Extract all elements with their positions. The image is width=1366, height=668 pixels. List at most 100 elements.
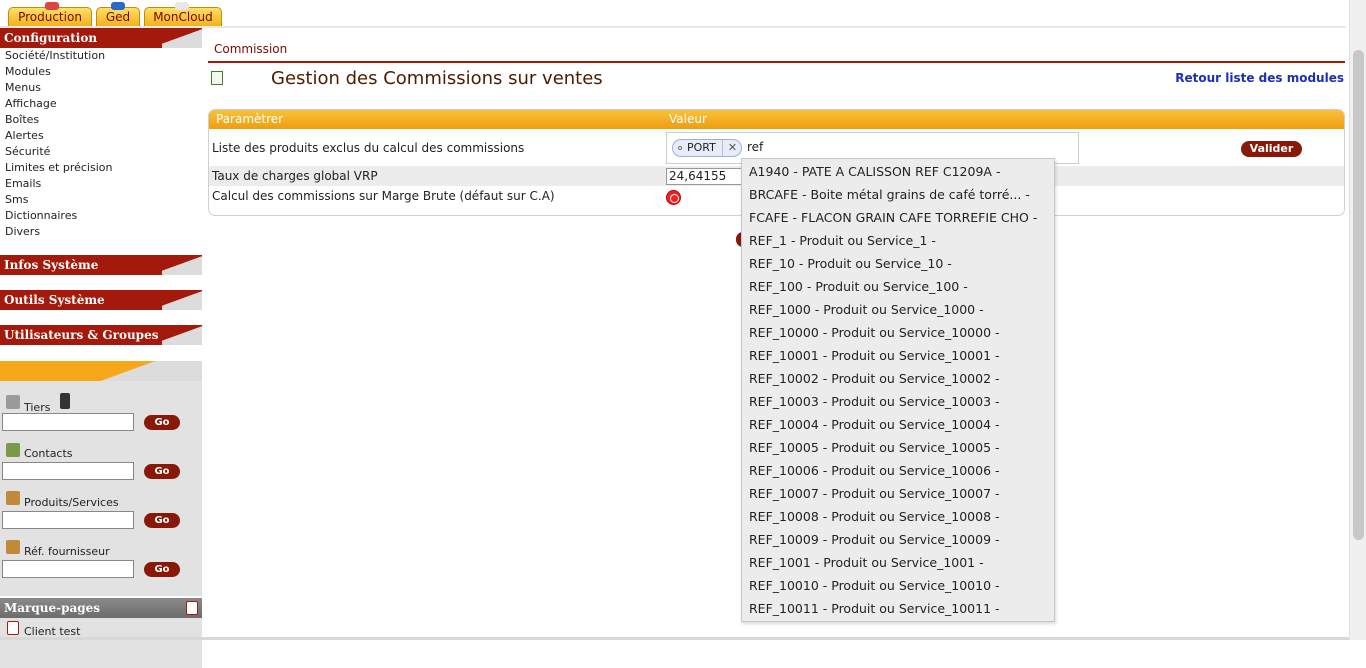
supplier-ref-icon bbox=[6, 540, 20, 554]
tab-production-label: Production bbox=[18, 10, 82, 24]
remove-tag-icon[interactable]: ✕ bbox=[721, 140, 737, 156]
search-input-ref-fournisseur[interactable] bbox=[2, 560, 134, 578]
marge-brute-toggle[interactable] bbox=[666, 190, 681, 205]
menu-item-affichage[interactable]: Affichage bbox=[5, 96, 57, 112]
dropdown-option[interactable]: REF_1001 - Produit ou Service_1001 - bbox=[749, 551, 984, 574]
menu-item-limites[interactable]: Limites et précision bbox=[5, 160, 112, 176]
dropdown-option[interactable]: REF_100 - Produit ou Service_100 - bbox=[749, 275, 968, 298]
menu-item-menus[interactable]: Menus bbox=[5, 80, 41, 96]
menu-item-divers[interactable]: Divers bbox=[5, 224, 40, 240]
tab-moncloud-label: MonCloud bbox=[153, 10, 213, 24]
search-input-tiers[interactable] bbox=[2, 413, 134, 431]
menu-head-decoration bbox=[162, 255, 202, 275]
search-band bbox=[0, 361, 202, 381]
tag-dot-icon bbox=[678, 146, 682, 150]
tab-ged[interactable]: Ged bbox=[96, 2, 140, 26]
go-button-produits[interactable]: Go bbox=[144, 513, 180, 528]
menu-head-configuration-label: Configuration bbox=[4, 31, 98, 45]
menu-head-configuration[interactable]: Configuration bbox=[0, 28, 202, 48]
dropdown-option[interactable]: REF_10007 - Produit ou Service_10007 - bbox=[749, 482, 1000, 505]
tab-production[interactable]: Production bbox=[8, 2, 92, 26]
menu-item-modules[interactable]: Modules bbox=[5, 64, 51, 80]
search-label-contacts: Contacts bbox=[24, 447, 73, 460]
dropdown-option[interactable]: REF_10005 - Produit ou Service_10005 - bbox=[749, 436, 1000, 459]
dropdown-option[interactable]: REF_10001 - Produit ou Service_10001 - bbox=[749, 344, 1000, 367]
menu-item-emails[interactable]: Emails bbox=[5, 176, 41, 192]
breadcrumb: Commission bbox=[214, 42, 288, 56]
tiers-icon bbox=[6, 395, 20, 409]
menu-head-decoration bbox=[162, 325, 202, 345]
menu-head-outils-systeme[interactable]: Outils Système bbox=[0, 290, 202, 310]
dropdown-option[interactable]: REF_10006 - Produit ou Service_10006 - bbox=[749, 459, 1000, 482]
search-input-produits[interactable] bbox=[2, 511, 134, 529]
dropdown-option[interactable]: FCAFE - FLACON GRAIN CAFE TORREFIE CHO - bbox=[749, 206, 1037, 229]
contacts-icon bbox=[6, 443, 20, 457]
dropdown-option[interactable]: REF_10008 - Produit ou Service_10008 - bbox=[749, 505, 1000, 528]
menu-head-decoration bbox=[162, 290, 202, 310]
ged-icon bbox=[111, 2, 125, 10]
column-header-param: Paramètrer bbox=[216, 112, 284, 126]
row-label-excluded-products: Liste des produits exclus du calcul des … bbox=[212, 141, 525, 155]
dropdown-option[interactable]: REF_10000 - Produit ou Service_10000 - bbox=[749, 321, 1000, 344]
dropdown-option[interactable]: BRCAFE - Boite métal grains de café torr… bbox=[749, 183, 1030, 206]
dropdown-option[interactable]: REF_1 - Produit ou Service_1 - bbox=[749, 229, 936, 252]
row-label-vrp: Taux de charges global VRP bbox=[212, 169, 378, 183]
selected-tag-label: PORT bbox=[687, 141, 716, 154]
dropdown-option[interactable]: REF_1000 - Produit ou Service_1000 - bbox=[749, 298, 984, 321]
product-icon bbox=[6, 491, 20, 505]
dropdown-option[interactable]: REF_10 - Produit ou Service_10 - bbox=[749, 252, 952, 275]
menu-item-securite[interactable]: Sécurité bbox=[5, 144, 50, 160]
search-label-ref-fournisseur: Réf. fournisseur bbox=[24, 545, 110, 558]
production-icon bbox=[45, 2, 59, 10]
dropdown-option[interactable]: REF_10003 - Produit ou Service_10003 - bbox=[749, 390, 1000, 413]
menu-head-outils-systeme-label: Outils Système bbox=[4, 293, 105, 307]
menu-head-utilisateurs[interactable]: Utilisateurs & Groupes bbox=[0, 325, 202, 345]
menu-head-infos-systeme[interactable]: Infos Système bbox=[0, 255, 202, 275]
menu-item-sms[interactable]: Sms bbox=[5, 192, 28, 208]
menu-item-alertes[interactable]: Alertes bbox=[5, 128, 44, 144]
search-panel: Tiers Go Contacts Go Produits/Services G… bbox=[0, 381, 202, 596]
selected-tag: PORT ✕ bbox=[672, 139, 743, 157]
dropdown-option[interactable]: A1940 - PATE A CALISSON REF C1209A - bbox=[749, 160, 1000, 183]
search-label-produits: Produits/Services bbox=[24, 496, 119, 509]
go-button-ref-fournisseur[interactable]: Go bbox=[144, 562, 180, 577]
autocomplete-dropdown: A1940 - PATE A CALISSON REF C1209A - BRC… bbox=[741, 158, 1055, 622]
dropdown-option[interactable]: REF_10004 - Produit ou Service_10004 - bbox=[749, 413, 1000, 436]
go-button-tiers[interactable]: Go bbox=[144, 415, 180, 430]
tab-moncloud[interactable]: MonCloud bbox=[144, 2, 222, 26]
tab-ged-label: Ged bbox=[105, 10, 131, 24]
menu-item-dictionnaires[interactable]: Dictionnaires bbox=[5, 208, 77, 224]
bookmarks-head[interactable]: Marque-pages bbox=[0, 598, 202, 618]
vertical-scrollbar[interactable] bbox=[1349, 0, 1366, 640]
dropdown-option[interactable]: REF_10011 - Produit ou Service_10011 - bbox=[749, 597, 1000, 620]
cloud-icon bbox=[175, 2, 189, 10]
bookmarks-list: Client test bbox=[0, 618, 202, 668]
menu-head-decoration bbox=[162, 28, 202, 48]
validate-button[interactable]: Valider bbox=[1241, 141, 1302, 157]
search-input-contacts[interactable] bbox=[2, 462, 134, 480]
back-to-modules-link[interactable]: Retour liste des modules bbox=[1175, 71, 1344, 85]
page-title: Gestion des Commissions sur ventes bbox=[271, 68, 603, 89]
table-header: Paramètrer Valeur bbox=[209, 110, 1344, 129]
search-typed-text[interactable]: ref bbox=[747, 140, 763, 154]
row-label-marge-brute: Calcul des commissions sur Marge Brute (… bbox=[212, 189, 555, 203]
top-tabs: Production Ged MonCloud bbox=[0, 0, 1366, 28]
bookmarks-title: Marque-pages bbox=[4, 601, 101, 615]
go-button-contacts[interactable]: Go bbox=[144, 464, 180, 479]
dropdown-option[interactable]: REF_10002 - Produit ou Service_10002 - bbox=[749, 367, 1000, 390]
scrollbar-thumb[interactable] bbox=[1353, 50, 1364, 540]
add-bookmark-icon[interactable] bbox=[186, 601, 198, 615]
breadcrumb-underline bbox=[208, 61, 1345, 63]
menu-item-societe[interactable]: Société/Institution bbox=[5, 48, 105, 64]
column-header-value: Valeur bbox=[669, 112, 707, 126]
dropdown-option[interactable]: REF_10009 - Produit ou Service_10009 - bbox=[749, 528, 1000, 551]
menu-head-utilisateurs-label: Utilisateurs & Groupes bbox=[4, 328, 159, 342]
menu-head-infos-systeme-label: Infos Système bbox=[4, 258, 99, 272]
bookmark-icon bbox=[7, 621, 19, 635]
dropdown-option[interactable]: REF_10010 - Produit ou Service_10010 - bbox=[749, 574, 1000, 597]
vrp-rate-input[interactable]: 24,64155 bbox=[666, 168, 744, 185]
menu-item-boites[interactable]: Boîtes bbox=[5, 112, 39, 128]
phone-icon bbox=[60, 393, 70, 409]
left-menu: Configuration Société/Institution Module… bbox=[0, 28, 202, 668]
checklist-icon bbox=[211, 71, 223, 85]
